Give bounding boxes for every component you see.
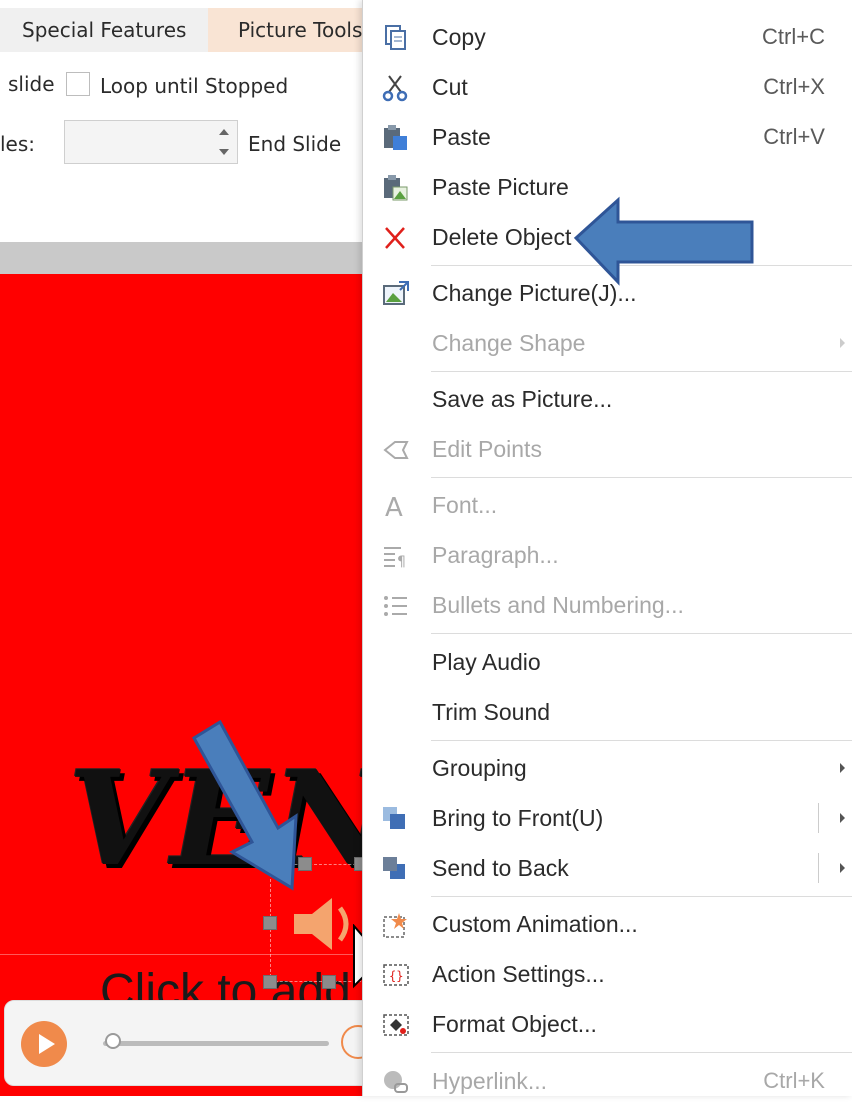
menu-item-label: Play Audio <box>432 649 541 675</box>
paste-icon <box>384 125 407 150</box>
menu-item-label: Paste <box>432 124 491 150</box>
menu-item-label: Action Settings... <box>432 961 605 987</box>
speaker-icon <box>294 898 349 950</box>
svg-text:A: A <box>385 493 403 520</box>
action-settings-icon: {} <box>383 964 409 986</box>
spin-down-icon[interactable] <box>219 149 229 155</box>
menu-item-action-settings[interactable]: {} Action Settings... <box>363 949 852 999</box>
menu-item-grouping[interactable]: Grouping <box>363 743 852 793</box>
copy-icon <box>385 25 406 50</box>
audio-progress-track[interactable] <box>103 1041 329 1046</box>
submenu-arrow-icon[interactable] <box>840 813 845 823</box>
custom-animation-icon <box>383 913 407 938</box>
context-menu: Copy Ctrl+C Cut Ctrl+X Paste Ctrl+V Past… <box>362 0 852 1096</box>
menu-item-format-object[interactable]: Format Object... <box>363 999 852 1049</box>
menu-item-label: Send to Back <box>432 855 569 881</box>
menu-item-send-to-back[interactable]: Send to Back <box>363 843 852 893</box>
menu-item-label: Save as Picture... <box>432 386 613 412</box>
menu-item-label: Trim Sound <box>432 699 551 725</box>
slide-label: slide <box>8 72 55 96</box>
format-object-icon <box>383 1014 409 1036</box>
menu-item-copy[interactable]: Copy Ctrl+C <box>363 12 852 62</box>
menu-item-shortcut: Ctrl+C <box>762 24 825 49</box>
delete-x-icon <box>385 227 405 249</box>
menu-separator <box>431 896 852 897</box>
menu-item-label: Grouping <box>432 755 527 781</box>
menu-item-label: Edit Points <box>432 436 542 462</box>
menu-item-label: Custom Animation... <box>432 911 638 937</box>
menu-item-label: Copy <box>432 24 486 50</box>
audio-progress-knob[interactable] <box>105 1033 121 1049</box>
font-icon: A <box>385 493 403 520</box>
hyperlink-icon <box>384 1071 408 1093</box>
resize-handle[interactable] <box>263 975 277 989</box>
menu-item-cut[interactable]: Cut Ctrl+X <box>363 62 852 112</box>
menu-item-edit-points[interactable]: Edit Points <box>363 424 852 474</box>
spin-up-icon[interactable] <box>219 129 229 135</box>
menu-item-label: Cut <box>432 74 468 100</box>
menu-item-custom-animation[interactable]: Custom Animation... <box>363 899 852 949</box>
edit-points-icon <box>383 441 409 459</box>
menu-item-shortcut: Ctrl+X <box>763 74 825 99</box>
svg-text:¶: ¶ <box>397 554 406 570</box>
menu-item-bring-to-front[interactable]: Bring to Front(U) <box>363 793 852 843</box>
end-slide-label: End Slide <box>248 132 342 156</box>
menu-item-trim-sound[interactable]: Trim Sound <box>363 687 852 737</box>
submenu-arrow-icon <box>840 763 845 773</box>
submenu-arrow-icon[interactable] <box>840 863 845 873</box>
menu-item-label: Change Shape <box>432 330 586 356</box>
menu-separator <box>431 740 852 741</box>
split-divider <box>818 803 819 833</box>
paste-picture-icon <box>384 175 408 201</box>
svg-text:{}: {} <box>389 969 403 983</box>
tab-picture-tools[interactable]: Picture Tools <box>208 8 368 52</box>
loop-until-stopped-checkbox[interactable] <box>66 72 90 96</box>
bring-to-front-icon <box>383 807 405 829</box>
menu-separator <box>431 1052 852 1053</box>
paragraph-icon: ¶ <box>384 547 406 570</box>
menu-item-label: Font... <box>432 492 498 518</box>
annotation-arrow-down <box>191 719 298 891</box>
menu-item-change-shape[interactable]: Change Shape <box>363 318 852 368</box>
resize-handle[interactable] <box>263 916 277 930</box>
menu-item-label: Delete Object <box>432 224 572 250</box>
menu-item-hyperlink[interactable]: Hyperlink... Ctrl+K <box>363 1056 852 1106</box>
play-button[interactable] <box>21 1021 67 1067</box>
menu-item-font[interactable]: A Font... <box>363 480 852 530</box>
menu-separator <box>431 633 852 634</box>
slides-label: les: <box>0 132 36 156</box>
menu-item-label: Hyperlink... <box>432 1068 548 1094</box>
menu-item-shortcut: Ctrl+K <box>763 1068 825 1093</box>
menu-item-paste[interactable]: Paste Ctrl+V <box>363 112 852 162</box>
split-divider <box>818 853 819 883</box>
menu-item-play-audio[interactable]: Play Audio <box>363 637 852 687</box>
tab-special-features[interactable]: Special Features <box>0 8 208 52</box>
menu-item-label: Paste Picture <box>432 174 569 200</box>
send-to-back-icon <box>383 857 405 879</box>
menu-item-label: Bring to Front(U) <box>432 805 604 831</box>
menu-item-save-as-picture[interactable]: Save as Picture... <box>363 374 852 424</box>
menu-item-shortcut: Ctrl+V <box>763 124 825 149</box>
menu-separator <box>431 477 852 478</box>
menu-item-paragraph[interactable]: ¶ Paragraph... <box>363 530 852 580</box>
change-picture-icon <box>383 281 409 305</box>
menu-item-label: Format Object... <box>432 1011 597 1037</box>
menu-item-label: Paragraph... <box>432 542 559 568</box>
scissors-icon <box>382 75 408 102</box>
menu-item-label: Bullets and Numbering... <box>432 592 684 618</box>
menu-item-bullets-numbering[interactable]: Bullets and Numbering... <box>363 580 852 630</box>
bullets-icon <box>384 596 407 616</box>
audio-player-bar <box>4 1000 384 1086</box>
resize-handle[interactable] <box>322 975 336 989</box>
slides-spinner[interactable] <box>64 120 238 164</box>
loop-until-stopped-label: Loop until Stopped <box>100 74 289 98</box>
menu-separator <box>431 371 852 372</box>
annotation-arrow-left <box>573 196 754 286</box>
submenu-arrow-icon <box>840 338 845 348</box>
